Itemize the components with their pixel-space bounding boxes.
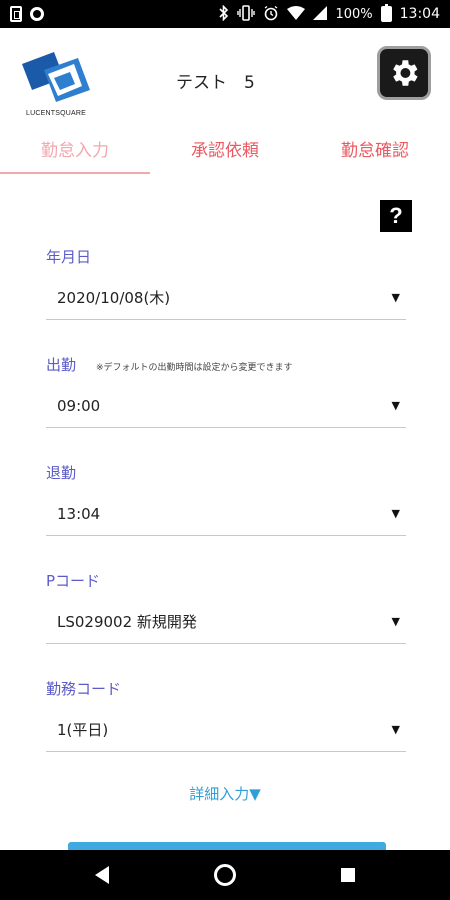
app-header: LUCENTSQUARE テスト 5	[0, 28, 450, 122]
recents-button[interactable]	[328, 855, 368, 895]
app-screen: 100% 13:04 LUCENTSQUARE テスト 5 勤怠入力 承認依頼 …	[0, 0, 450, 900]
dropdown-arrow-icon: ▼	[391, 723, 400, 736]
end-time-select[interactable]: 13:04 ▼	[46, 492, 406, 536]
home-icon	[213, 864, 236, 886]
circle-notification-icon	[30, 7, 44, 21]
help-button[interactable]: ?	[380, 200, 412, 232]
tab-attendance-input[interactable]: 勤怠入力	[0, 122, 150, 174]
status-bar-left	[10, 6, 44, 22]
back-button[interactable]	[82, 855, 122, 895]
end-time-value: 13:04	[57, 504, 101, 523]
detail-input-link[interactable]: 詳細入力▼	[0, 783, 450, 804]
start-time-select[interactable]: 09:00 ▼	[46, 384, 406, 428]
start-time-field: 出勤 ※デフォルトの出勤時間は設定から変更できます 09:00 ▼	[46, 348, 406, 456]
user-name: テスト 5	[176, 73, 255, 93]
settings-button[interactable]	[377, 46, 431, 100]
dropdown-arrow-icon: ▼	[391, 291, 400, 304]
pcode-label: Pコード	[46, 572, 101, 590]
start-time-note: ※デフォルトの出勤時間は設定から変更できます	[96, 363, 293, 373]
vibrate-icon	[237, 4, 256, 24]
start-time-label: 出勤	[46, 356, 77, 374]
work-code-field: 勤務コード 1(平日) ▼	[46, 672, 406, 780]
gear-icon	[393, 60, 418, 86]
attendance-form: 年月日 2020/10/08(木) ▼ 出勤 ※デフォルトの出勤時間は設定から変…	[46, 240, 406, 780]
logo-text: LUCENTSQUARE	[26, 110, 86, 117]
tab-approval-request[interactable]: 承認依頼	[150, 122, 300, 174]
pcode-value: LS029002 新規開発	[57, 613, 197, 631]
work-code-label: 勤務コード	[46, 680, 122, 698]
wifi-icon	[287, 5, 306, 23]
date-select[interactable]: 2020/10/08(木) ▼	[46, 276, 406, 320]
back-icon	[94, 866, 109, 884]
dropdown-arrow-icon: ▼	[391, 507, 400, 520]
pcode-select[interactable]: LS029002 新規開発 ▼	[46, 600, 406, 644]
dropdown-arrow-icon: ▼	[391, 615, 400, 628]
home-button[interactable]	[205, 855, 245, 895]
tab-attendance-check[interactable]: 勤怠確認	[300, 122, 450, 174]
alarm-icon	[263, 5, 279, 24]
android-nav-bar	[0, 850, 450, 900]
end-time-field: 退勤 13:04 ▼	[46, 456, 406, 564]
pcode-field: Pコード LS029002 新規開発 ▼	[46, 564, 406, 672]
date-field: 年月日 2020/10/08(木) ▼	[46, 240, 406, 348]
date-value: 2020/10/08(木)	[57, 289, 171, 307]
company-logo: LUCENTSQUARE	[18, 50, 94, 126]
work-code-select[interactable]: 1(平日) ▼	[46, 708, 406, 752]
work-code-value: 1(平日)	[57, 721, 109, 739]
battery-icon	[380, 4, 392, 22]
bluetooth-icon	[219, 4, 229, 24]
status-bar-right: 100% 13:04	[219, 4, 440, 24]
battery-percent: 100%	[335, 6, 373, 22]
sim-icon	[10, 6, 22, 22]
status-bar: 100% 13:04	[0, 0, 450, 28]
tab-bar: 勤怠入力 承認依頼 勤怠確認	[0, 122, 450, 174]
date-label: 年月日	[46, 248, 92, 266]
signal-icon	[313, 5, 328, 23]
status-time: 13:04	[399, 6, 440, 22]
start-time-value: 09:00	[57, 396, 101, 415]
recents-icon	[341, 868, 356, 882]
end-time-label: 退勤	[46, 464, 77, 482]
dropdown-arrow-icon: ▼	[391, 399, 400, 412]
